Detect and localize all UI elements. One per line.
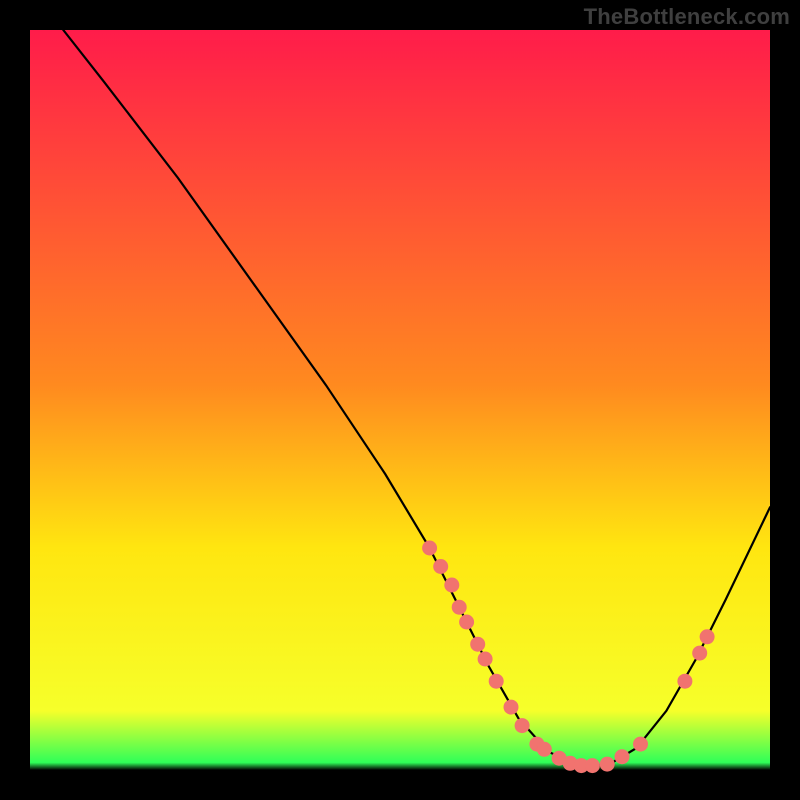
gradient-plot-area	[30, 30, 770, 770]
data-point	[452, 600, 467, 615]
watermark-text: TheBottleneck.com	[584, 4, 790, 30]
data-point	[692, 646, 707, 661]
chart-stage: TheBottleneck.com	[0, 0, 800, 800]
data-point	[615, 749, 630, 764]
data-point	[537, 742, 552, 757]
data-point	[444, 578, 459, 593]
data-point	[677, 674, 692, 689]
data-point	[585, 758, 600, 773]
data-point	[470, 637, 485, 652]
data-point	[459, 615, 474, 630]
data-point	[433, 559, 448, 574]
data-point	[700, 629, 715, 644]
data-point	[600, 757, 615, 772]
data-point	[422, 541, 437, 556]
data-point	[504, 700, 519, 715]
bottleneck-curve-chart	[0, 0, 800, 800]
data-point	[489, 674, 504, 689]
data-point	[633, 737, 648, 752]
data-point	[478, 652, 493, 667]
data-point	[515, 718, 530, 733]
